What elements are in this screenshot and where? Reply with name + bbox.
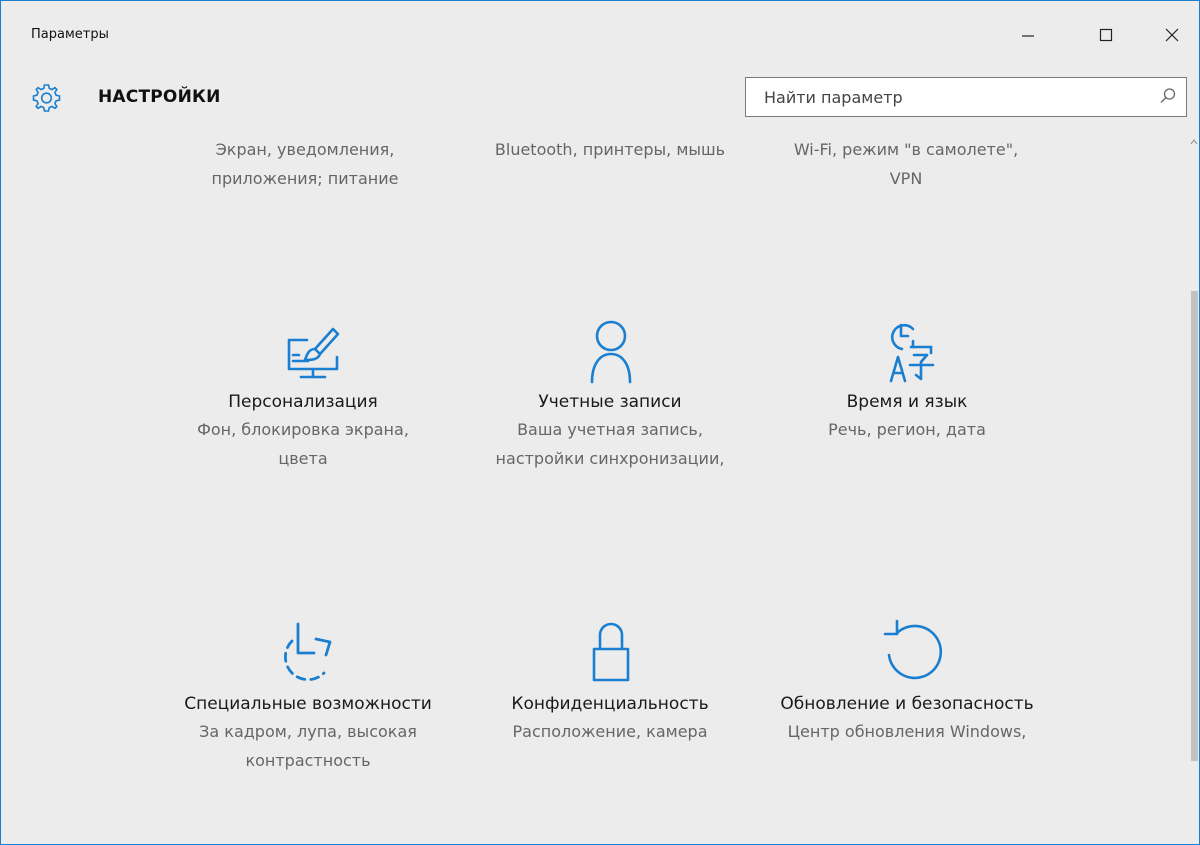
search-input[interactable] xyxy=(746,78,1146,116)
tile-update-security[interactable]: Обновление и безопасность Центр обновлен… xyxy=(777,611,1037,746)
accessibility-icon xyxy=(284,622,332,681)
tile-network[interactable]: Wi-Fi, режим "в самолете", VPN xyxy=(776,135,1036,193)
tile-desc: Речь, регион, дата xyxy=(828,420,986,439)
close-icon xyxy=(1165,28,1179,42)
maximize-icon xyxy=(1099,28,1113,42)
scrollbar-thumb[interactable] xyxy=(1191,291,1198,761)
page-title: НАСТРОЙКИ xyxy=(98,87,221,107)
tile-desc: Bluetooth, принтеры, мышь xyxy=(494,140,726,159)
tile-personalization[interactable]: Персонализация Фон, блокировка экрана, ц… xyxy=(173,309,433,473)
tile-title: Время и язык xyxy=(846,392,968,412)
privacy-lock-icon xyxy=(592,622,630,682)
tile-title: Учетные записи xyxy=(538,392,682,412)
settings-grid: Экран, уведомления, приложения; питание … xyxy=(1,133,1189,844)
title-bar[interactable]: Параметры xyxy=(1,1,1199,63)
tile-system[interactable]: Экран, уведомления, приложения; питание xyxy=(175,135,435,193)
personalization-icon xyxy=(287,327,340,379)
tile-devices[interactable]: Bluetooth, принтеры, мышь xyxy=(480,135,740,164)
scroll-up-icon[interactable] xyxy=(1189,137,1199,147)
search-icon[interactable] xyxy=(1158,86,1178,106)
tile-privacy[interactable]: Конфиденциальность Расположение, камера xyxy=(480,611,740,746)
tile-accounts[interactable]: Учетные записи Ваша учетная запись, наст… xyxy=(480,309,740,473)
minimize-button[interactable] xyxy=(1005,15,1051,55)
tile-desc: Центр обновления Windows, xyxy=(787,722,1027,741)
update-security-icon xyxy=(883,619,943,680)
tile-title: Конфиденциальность xyxy=(511,694,709,714)
tile-time-language[interactable]: Время и язык Речь, регион, дата xyxy=(777,309,1037,444)
tile-desc: Экран, уведомления, приложения; питание xyxy=(211,140,399,188)
maximize-button[interactable] xyxy=(1083,15,1129,55)
tile-title: Персонализация xyxy=(228,392,378,412)
tile-desc: Расположение, камера xyxy=(512,722,708,741)
vertical-scrollbar[interactable] xyxy=(1189,133,1199,844)
tile-desc: Фон, блокировка экрана, цвета xyxy=(197,420,409,468)
time-language-icon xyxy=(889,323,935,383)
gear-icon xyxy=(29,81,63,115)
tile-desc: Ваша учетная запись, настройки синхрониз… xyxy=(495,420,725,468)
tile-desc: За кадром, лупа, высокая контрастность xyxy=(199,722,417,770)
settings-header: НАСТРОЙКИ xyxy=(1,63,1199,133)
minimize-icon xyxy=(1022,35,1034,37)
tile-title: Специальные возможности xyxy=(184,694,432,714)
tile-accessibility[interactable]: Специальные возможности За кадром, лупа,… xyxy=(178,611,438,775)
tile-desc: Wi-Fi, режим "в самолете", VPN xyxy=(793,140,1019,188)
close-button[interactable] xyxy=(1149,15,1195,55)
window-title: Параметры xyxy=(31,27,109,42)
tile-title: Обновление и безопасность xyxy=(780,694,1034,714)
search-box[interactable] xyxy=(745,77,1187,117)
settings-window: Параметры НАСТРОЙКИ Найти параметр Экран… xyxy=(0,0,1200,845)
accounts-icon xyxy=(590,320,632,384)
